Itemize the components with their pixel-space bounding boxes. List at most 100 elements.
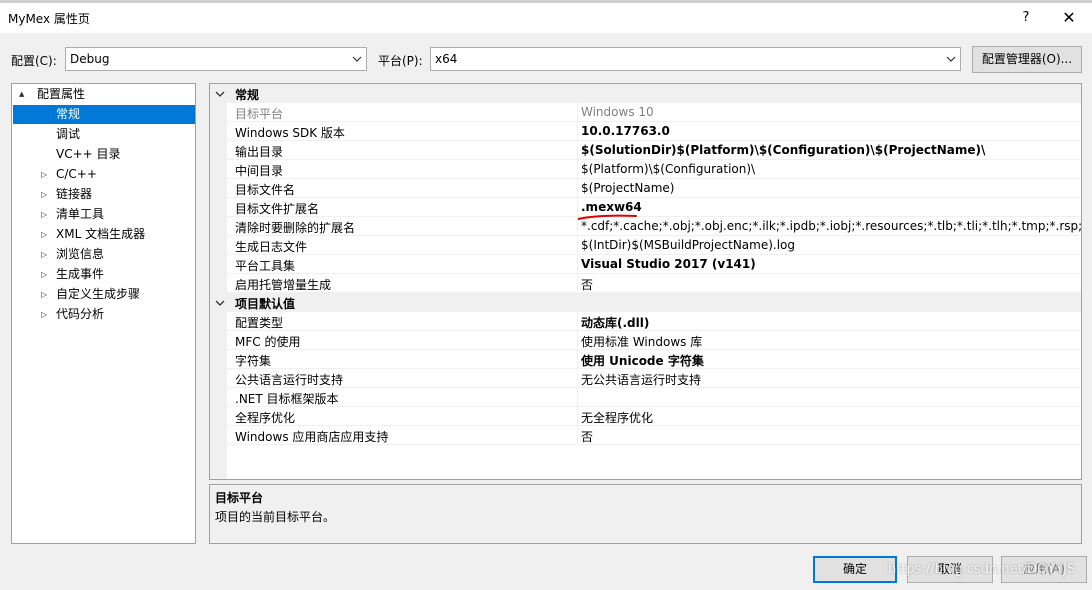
tree-item-label: 生成事件 [56, 267, 105, 281]
column-divider [577, 236, 578, 255]
property-row-build-log-file[interactable]: 生成日志文件 $(IntDir)$(MSBuildProjectName).lo… [210, 236, 1081, 255]
property-row-output-directory[interactable]: 输出目录 $(SolutionDir)$(Platform)\$(Configu… [210, 141, 1081, 160]
property-name: 公共语言运行时支持 [235, 373, 344, 387]
property-value: 否 [581, 430, 594, 444]
column-divider [577, 160, 578, 179]
property-value: 使用 Unicode 字符集 [581, 354, 704, 368]
expand-triangle-icon[interactable]: ▷ [41, 205, 51, 224]
tree-item-build-events[interactable]: ▷ 生成事件 [13, 265, 195, 284]
property-value: *.cdf;*.cache;*.obj;*.obj.enc;*.ilk;*.ip… [581, 219, 1082, 233]
tree-item-config-properties[interactable]: ▲ 配置属性 [13, 85, 195, 104]
column-divider [577, 312, 578, 331]
property-row-windows-store-app-support[interactable]: Windows 应用商店应用支持 否 [210, 426, 1081, 445]
tree-item-label: 自定义生成步骤 [56, 287, 141, 301]
chevron-down-icon [946, 56, 956, 62]
property-row-character-set[interactable]: 字符集 使用 Unicode 字符集 [210, 350, 1081, 369]
tree-item-label: 浏览信息 [56, 247, 105, 261]
tree-item-label: C/C++ [56, 167, 97, 181]
property-name: 清除时要删除的扩展名 [235, 221, 356, 235]
property-row-clr-support[interactable]: 公共语言运行时支持 无公共语言运行时支持 [210, 369, 1081, 388]
tree-item-vc-directories[interactable]: VC++ 目录 [13, 145, 195, 164]
property-value: .mexw64 [581, 200, 642, 214]
property-row-sdk-version[interactable]: Windows SDK 版本 10.0.17763.0 [210, 122, 1081, 141]
tree-item-debugging[interactable]: 调试 [13, 125, 195, 144]
property-value: $(Platform)\$(Configuration)\ [581, 162, 756, 176]
property-value: $(SolutionDir)$(Platform)\$(Configuratio… [581, 143, 986, 157]
property-row-target-platform[interactable]: 目标平台 Windows 10 [210, 103, 1081, 122]
property-row-net-target-framework[interactable]: .NET 目标框架版本 [210, 388, 1081, 407]
column-divider [577, 274, 578, 293]
category-general[interactable]: 常规 [210, 84, 1081, 103]
property-name: 目标平台 [235, 107, 284, 121]
property-name: 字符集 [235, 354, 272, 368]
column-divider [577, 369, 578, 388]
property-row-target-extension[interactable]: 目标文件扩展名 .mexw64 [210, 198, 1081, 220]
configuration-label: 配置(C): [11, 54, 57, 68]
expand-triangle-icon[interactable]: ▷ [41, 185, 51, 204]
tree-item-manifest-tool[interactable]: ▷ 清单工具 [13, 205, 195, 224]
property-row-whole-program-optimization[interactable]: 全程序优化 无全程序优化 [210, 407, 1081, 426]
property-row-use-of-mfc[interactable]: MFC 的使用 使用标准 Windows 库 [210, 331, 1081, 350]
tree-item-label: 调试 [56, 127, 81, 141]
tree-item-label: 常规 [56, 107, 81, 121]
expand-triangle-icon[interactable]: ▷ [41, 285, 51, 304]
tree-item-code-analysis[interactable]: ▷ 代码分析 [13, 305, 195, 324]
description-title: 目标平台 [215, 491, 264, 505]
tree-item-cpp[interactable]: ▷ C/C++ [13, 165, 195, 184]
property-row-extensions-to-delete[interactable]: 清除时要删除的扩展名 *.cdf;*.cache;*.obj;*.obj.enc… [210, 217, 1081, 236]
property-value: Windows 10 [581, 105, 654, 119]
column-divider [577, 217, 578, 236]
tree-item-general[interactable]: 常规 [13, 105, 195, 124]
category-project-defaults[interactable]: 项目默认值 [210, 293, 1081, 312]
property-value: $(IntDir)$(MSBuildProjectName).log [581, 238, 796, 252]
chevron-down-icon[interactable] [215, 298, 225, 308]
platform-label: 平台(P): [378, 54, 423, 68]
help-button[interactable]: ? [1014, 6, 1038, 30]
property-name: 平台工具集 [235, 259, 296, 273]
tree-item-label: 代码分析 [56, 307, 105, 321]
expand-triangle-icon[interactable]: ▷ [41, 265, 51, 284]
collapse-triangle-icon[interactable]: ▲ [19, 85, 29, 104]
tree-item-label: 配置属性 [37, 87, 86, 101]
property-row-platform-toolset[interactable]: 平台工具集 Visual Studio 2017 (v141) [210, 255, 1081, 274]
property-value: 10.0.17763.0 [581, 124, 670, 138]
column-divider [577, 350, 578, 369]
platform-dropdown[interactable]: x64 [430, 47, 961, 71]
close-button[interactable]: ✕ [1056, 6, 1082, 30]
chevron-down-icon[interactable] [215, 89, 225, 99]
tree-item-xml-doc-generator[interactable]: ▷ XML 文档生成器 [13, 225, 195, 244]
column-divider [577, 122, 578, 141]
tree-item-browse-info[interactable]: ▷ 浏览信息 [13, 245, 195, 264]
property-row-configuration-type[interactable]: 配置类型 动态库(.dll) [210, 312, 1081, 331]
property-value: 否 [581, 278, 594, 292]
tree-item-custom-build-step[interactable]: ▷ 自定义生成步骤 [13, 285, 195, 304]
column-divider [577, 141, 578, 160]
property-value: 无公共语言运行时支持 [581, 373, 702, 387]
property-name: Windows SDK 版本 [235, 126, 345, 140]
property-name: 输出目录 [235, 145, 284, 159]
property-name: 生成日志文件 [235, 240, 308, 254]
configuration-dropdown[interactable]: Debug [65, 47, 367, 71]
column-divider [577, 255, 578, 274]
property-name: 中间目录 [235, 164, 284, 178]
expand-triangle-icon[interactable]: ▷ [41, 225, 51, 244]
column-divider [577, 388, 578, 407]
column-divider [577, 103, 578, 122]
platform-value: x64 [435, 52, 458, 66]
property-row-intermediate-directory[interactable]: 中间目录 $(Platform)\$(Configuration)\ [210, 160, 1081, 179]
ok-button[interactable]: 确定 [813, 556, 897, 583]
expand-triangle-icon[interactable]: ▷ [41, 245, 51, 264]
property-name: Windows 应用商店应用支持 [235, 430, 389, 444]
property-name: .NET 目标框架版本 [235, 392, 339, 406]
expand-triangle-icon[interactable]: ▷ [41, 305, 51, 324]
property-grid: 常规 目标平台 Windows 10 Windows SDK 版本 10.0.1… [209, 83, 1082, 480]
property-value: $(ProjectName) [581, 181, 675, 195]
tree-item-label: VC++ 目录 [56, 147, 121, 161]
property-value: 使用标准 Windows 库 [581, 335, 703, 349]
property-row-managed-incremental-build[interactable]: 启用托管增量生成 否 [210, 274, 1081, 293]
tree-item-linker[interactable]: ▷ 链接器 [13, 185, 195, 204]
description-text: 项目的当前目标平台。 [215, 510, 336, 524]
configuration-manager-button[interactable]: 配置管理器(O)... [972, 46, 1082, 73]
property-row-target-name[interactable]: 目标文件名 $(ProjectName) [210, 179, 1081, 198]
expand-triangle-icon[interactable]: ▷ [41, 165, 51, 184]
